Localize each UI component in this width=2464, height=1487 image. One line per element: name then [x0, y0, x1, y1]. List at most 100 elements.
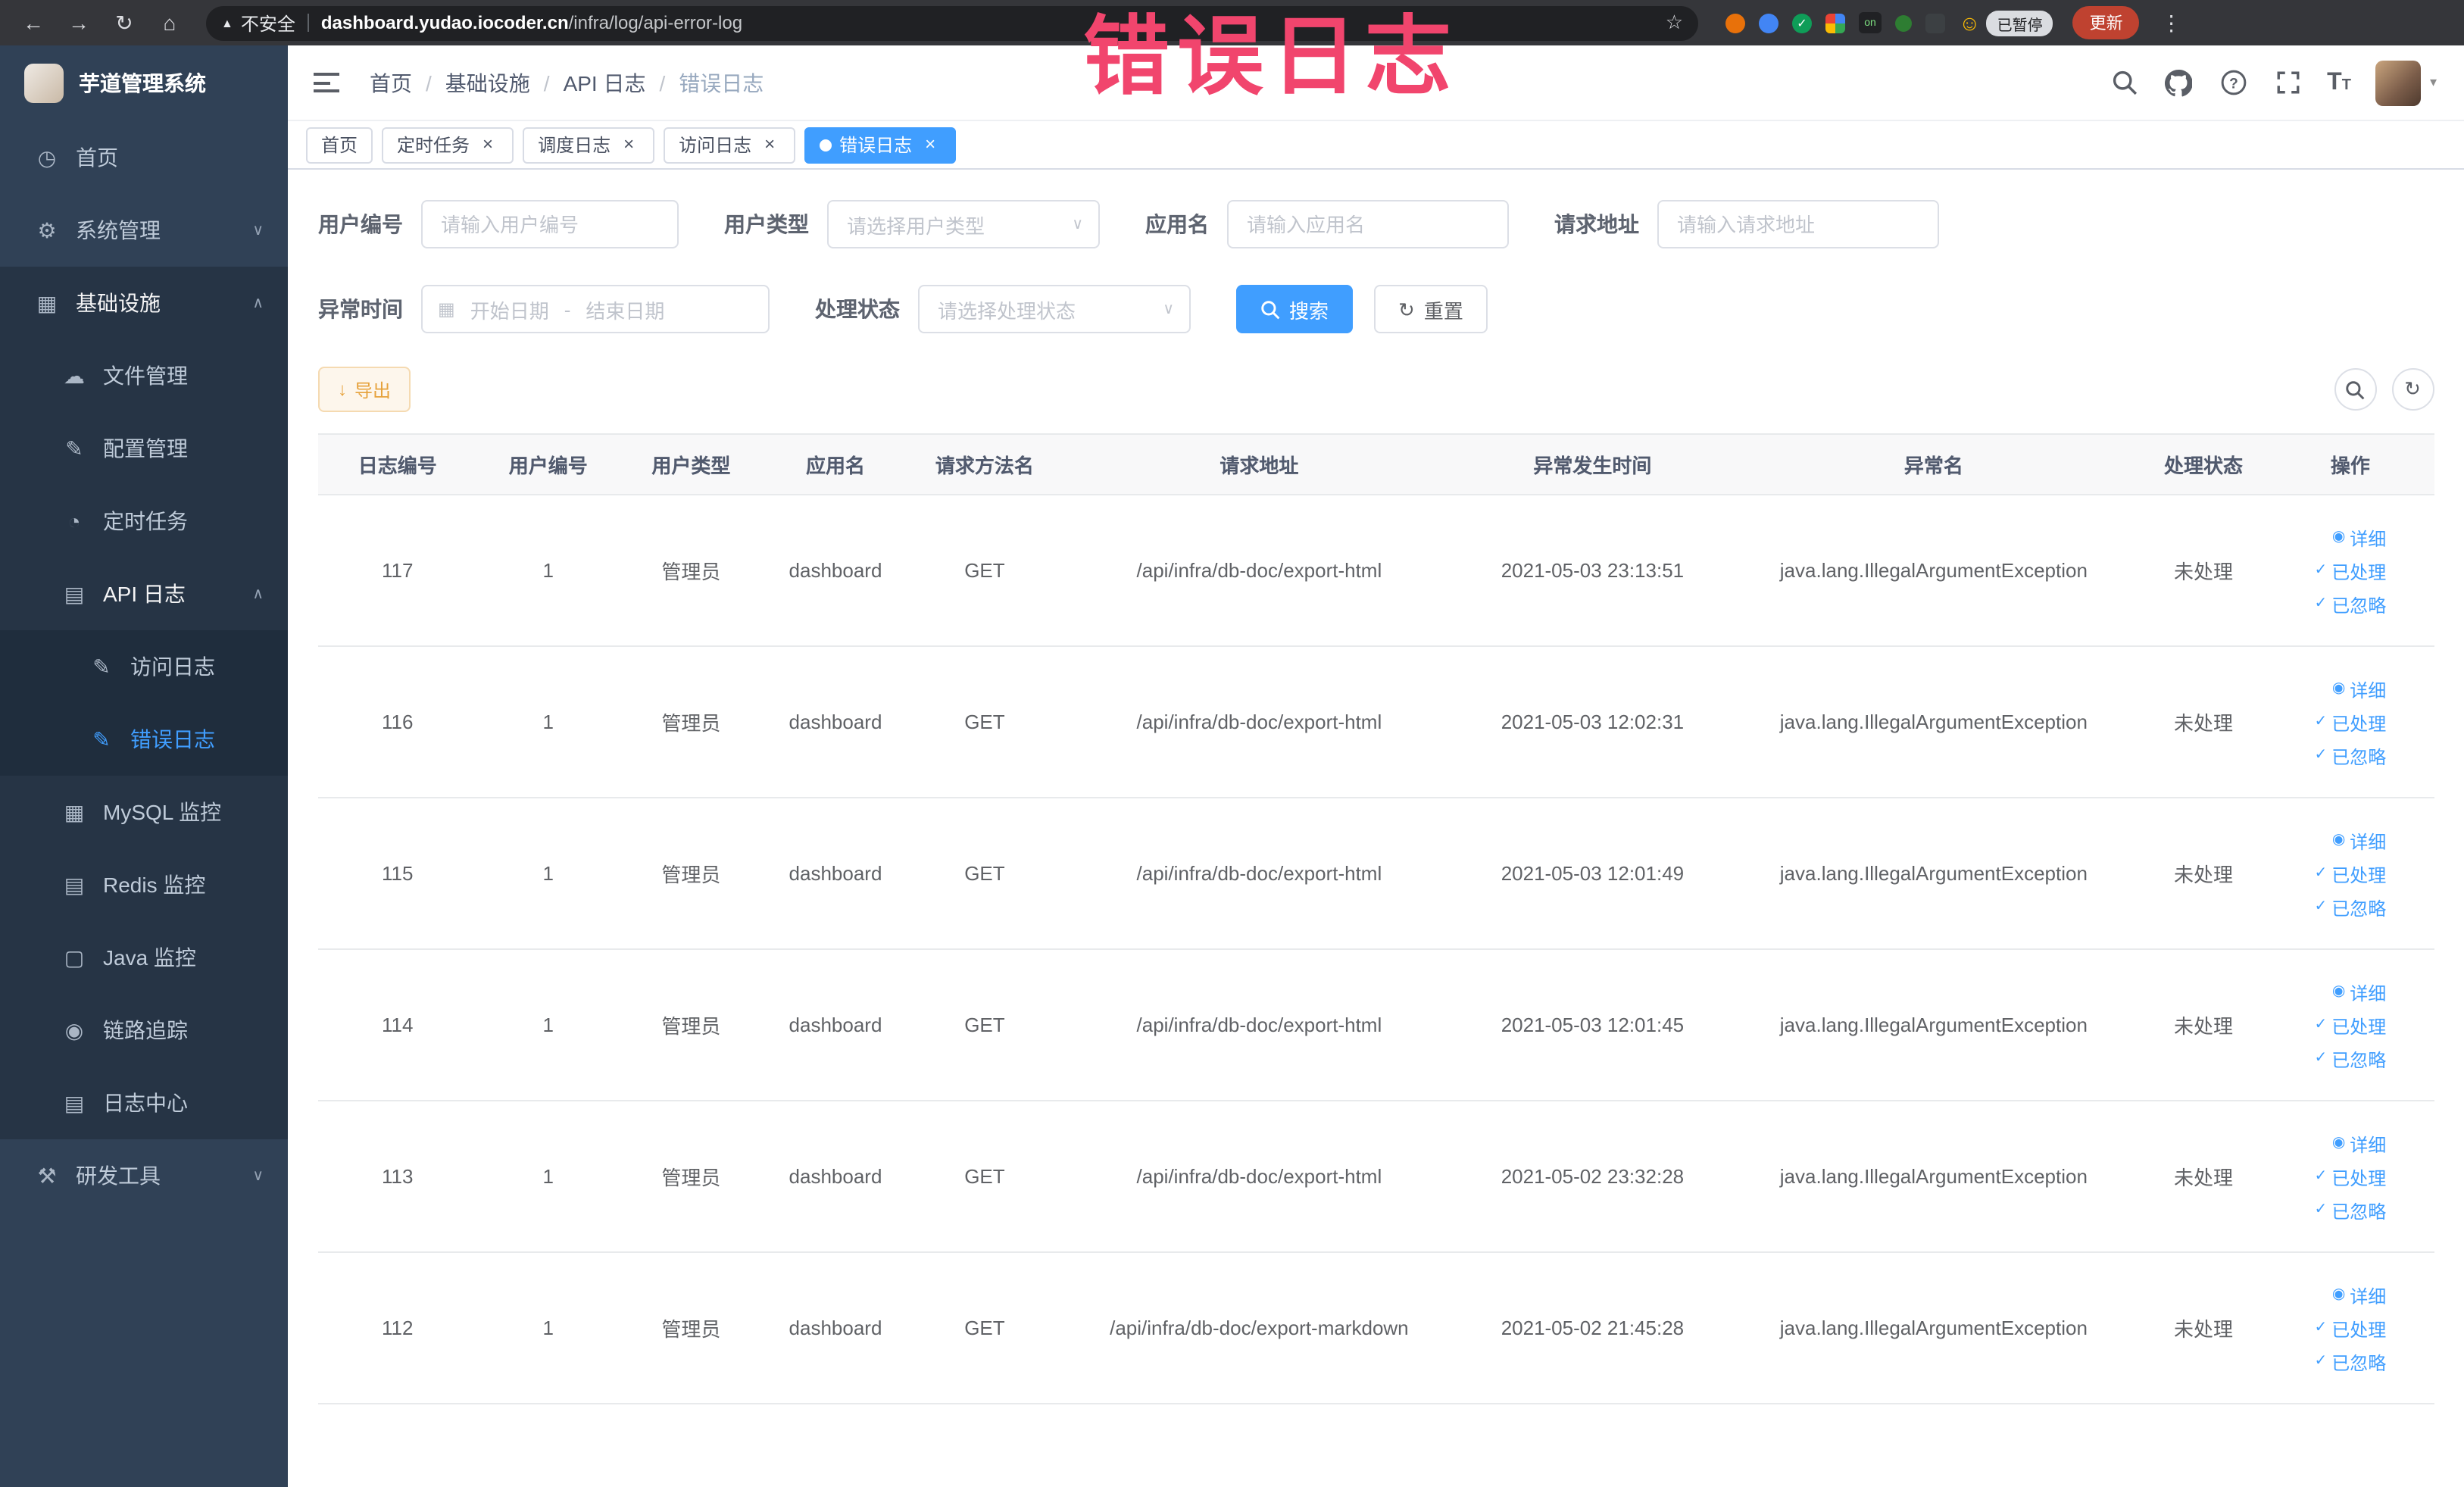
paused-badge: 已暂停 [1986, 10, 2053, 36]
user-type-select[interactable]: 请选择用户类型 ∨ [827, 200, 1100, 248]
search-button[interactable]: 搜索 [1236, 285, 1354, 333]
breadcrumb-api-log[interactable]: API 日志 [564, 67, 646, 98]
ignored-link[interactable]: ✓ 已忽略 [2315, 744, 2387, 770]
ignored-link[interactable]: ✓ 已忽略 [2315, 592, 2387, 618]
cell-app-name: dashboard [762, 1252, 909, 1404]
security-warning-icon[interactable]: ▲ [221, 16, 233, 30]
cell-operations: ◉ 详细 ✓ 已处理 ✓ 已忽略 [2266, 949, 2434, 1101]
process-status-select[interactable]: 请选择处理状态 ∨ [918, 285, 1191, 333]
browser-reload-icon[interactable]: ↻ [106, 5, 142, 41]
reset-button[interactable]: ↻ 重置 [1374, 285, 1488, 333]
sidebar-item-error-log[interactable]: ✎ 错误日志 [0, 703, 288, 776]
ignored-link[interactable]: ✓ 已忽略 [2315, 895, 2387, 921]
sidebar-item-redis[interactable]: ▤ Redis 监控 [0, 848, 288, 921]
detail-link[interactable]: ◉ 详细 [2332, 829, 2387, 854]
exception-time-range[interactable]: ▦ 开始日期 - 结束日期 [421, 285, 770, 333]
request-url-input[interactable] [1657, 200, 1939, 248]
tab-close-icon[interactable]: × [759, 133, 780, 155]
sidebar-item-config[interactable]: ✎ 配置管理 [0, 412, 288, 485]
browser-forward-icon[interactable]: → [61, 5, 97, 41]
security-label[interactable]: 不安全 [241, 10, 295, 36]
ignored-link[interactable]: ✓ 已忽略 [2315, 1350, 2387, 1376]
sidebar-item-trace[interactable]: ◉ 链路追踪 [0, 994, 288, 1067]
address-bar[interactable]: ▲ 不安全 dashboard.yudao.iocoder.cn /infra/… [206, 5, 1698, 40]
tab-close-icon[interactable]: × [477, 133, 498, 155]
detail-link[interactable]: ◉ 详细 [2332, 1132, 2387, 1157]
profile-extension[interactable]: ☺ 已暂停 [1959, 10, 2053, 36]
browser-back-icon[interactable]: ← [15, 5, 52, 41]
sidebar-item-infra[interactable]: ▦ 基础设施 ∧ [0, 267, 288, 339]
detail-link[interactable]: ◉ 详细 [2332, 980, 2387, 1006]
extensions-puzzle-icon[interactable] [1925, 13, 1945, 33]
action-label: 已处理 [2331, 864, 2387, 886]
processed-link[interactable]: ✓ 已处理 [2315, 1317, 2387, 1342]
sidebar-item-home[interactable]: ◷ 首页 [0, 121, 288, 194]
sidebar-item-access-log[interactable]: ✎ 访问日志 [0, 630, 288, 703]
cell-method: GET [908, 495, 1061, 647]
help-icon[interactable]: ? [2218, 67, 2248, 98]
cell-user-type: 管理员 [620, 646, 763, 798]
detail-link[interactable]: ◉ 详细 [2332, 526, 2387, 551]
app-name-input[interactable] [1227, 200, 1509, 248]
user-id-input[interactable] [421, 200, 679, 248]
column-header: 异常发生时间 [1457, 433, 1728, 495]
sidebar-item-api-log[interactable]: ▤ API 日志 ∧ [0, 558, 288, 630]
extension-icon-green-check[interactable]: ✓ [1792, 13, 1812, 33]
extension-icon-orange[interactable] [1725, 13, 1745, 33]
export-button[interactable]: ↓ 导出 [318, 367, 411, 412]
browser-menu-icon[interactable]: ⋮ [2153, 5, 2190, 41]
tab[interactable]: 定时任务 × [382, 127, 514, 163]
sidebar-toggle-button[interactable] [288, 45, 364, 120]
search-icon[interactable] [2109, 67, 2139, 98]
processed-link[interactable]: ✓ 已处理 [2315, 1165, 2387, 1191]
toggle-search-button[interactable] [2334, 368, 2376, 411]
edit-icon: ✎ [92, 726, 111, 751]
tab-close-icon[interactable]: × [920, 133, 941, 155]
cell-status: 未处理 [2140, 798, 2267, 950]
browser-home-icon[interactable]: ⌂ [151, 5, 188, 41]
app-logo [24, 64, 64, 103]
detail-link[interactable]: ◉ 详细 [2332, 677, 2387, 703]
sidebar-item-log-center[interactable]: ▤ 日志中心 [0, 1067, 288, 1139]
user-menu[interactable]: ▾ [2375, 60, 2437, 105]
table-row: 117 1 管理员 dashboard GET /api/infra/db-do… [318, 495, 2434, 647]
github-icon[interactable] [2163, 67, 2194, 98]
processed-link[interactable]: ✓ 已处理 [2315, 559, 2387, 585]
sidebar-item-mysql[interactable]: ▦ MySQL 监控 [0, 776, 288, 848]
detail-link[interactable]: ◉ 详细 [2332, 1283, 2387, 1309]
date-start-placeholder: 开始日期 [470, 299, 549, 322]
processed-link[interactable]: ✓ 已处理 [2315, 1014, 2387, 1039]
extension-icon-blue[interactable] [1759, 13, 1779, 33]
fullscreen-icon[interactable] [2272, 67, 2303, 98]
sidebar-item-label: 日志中心 [103, 1091, 188, 1115]
chevron-down-icon: ∨ [252, 1167, 264, 1184]
tab[interactable]: 访问日志 × [664, 127, 796, 163]
browser-update-button[interactable]: 更新 [2072, 6, 2140, 39]
font-size-icon[interactable] [2327, 70, 2351, 95]
extension-icon-leaf[interactable] [1895, 14, 1912, 31]
sidebar-item-dev-tools[interactable]: ⚒ 研发工具 ∨ [0, 1139, 288, 1212]
sidebar-item-file[interactable]: ☁ 文件管理 [0, 339, 288, 412]
ignored-link[interactable]: ✓ 已忽略 [2315, 1047, 2387, 1073]
extension-icon-grid[interactable] [1825, 13, 1845, 33]
document-icon: ▤ [64, 581, 85, 605]
select-placeholder: 请选择用户类型 [847, 214, 985, 237]
app-logo-row[interactable]: 芋道管理系统 [0, 45, 288, 121]
bookmark-star-icon[interactable]: ☆ [1666, 11, 1683, 35]
sidebar-item-label: 定时任务 [103, 509, 188, 533]
sidebar-item-system[interactable]: ⚙ 系统管理 ∨ [0, 194, 288, 267]
avatar[interactable] [2375, 60, 2421, 105]
tab[interactable]: 调度日志 × [523, 127, 655, 163]
breadcrumb-infra[interactable]: 基础设施 [445, 67, 530, 98]
extension-icon-ublock[interactable]: on [1859, 12, 1882, 33]
tab[interactable]: 错误日志 × [804, 127, 957, 163]
breadcrumb-home[interactable]: 首页 [370, 67, 412, 98]
ignored-link[interactable]: ✓ 已忽略 [2315, 1198, 2387, 1224]
tab[interactable]: 首页 [306, 127, 373, 163]
sidebar-item-java[interactable]: ▢ Java 监控 [0, 921, 288, 994]
sidebar-item-job[interactable]: ◔ 定时任务 [0, 485, 288, 558]
processed-link[interactable]: ✓ 已处理 [2315, 711, 2387, 736]
processed-link[interactable]: ✓ 已处理 [2315, 862, 2387, 888]
tab-close-icon[interactable]: × [618, 133, 639, 155]
refresh-table-button[interactable]: ↻ [2391, 368, 2434, 411]
